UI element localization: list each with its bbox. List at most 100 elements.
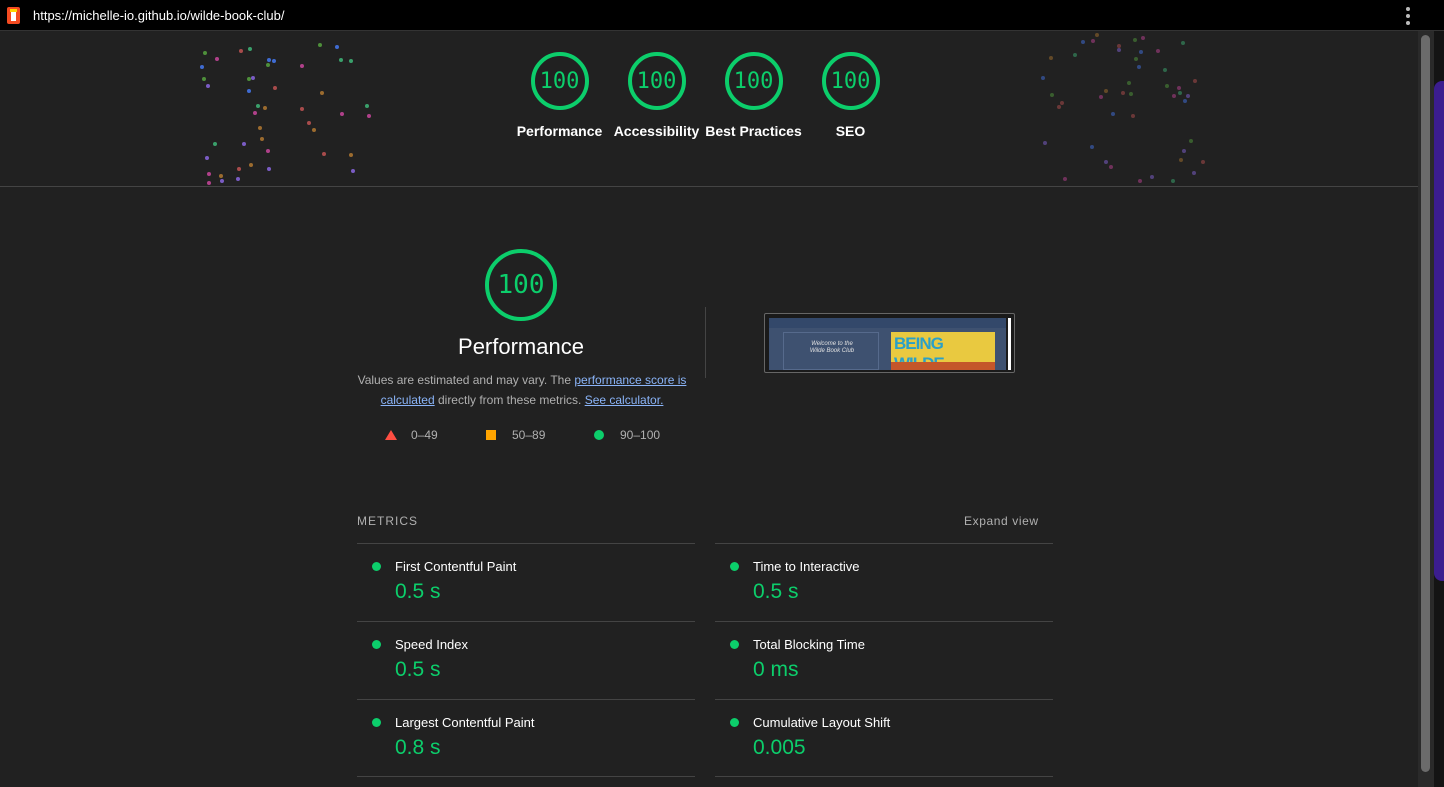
metric-value: 0.8 s xyxy=(395,736,441,759)
category-best-practices[interactable]: 100 Best Practices xyxy=(705,52,802,141)
lighthouse-icon xyxy=(7,7,20,24)
confetti-dot xyxy=(220,179,224,183)
confetti-dot xyxy=(351,169,355,173)
confetti-dot xyxy=(1179,158,1183,162)
category-seo[interactable]: 100 SEO xyxy=(802,52,899,141)
confetti-dot xyxy=(1131,114,1135,118)
confetti-dot xyxy=(202,77,206,81)
page-url[interactable]: https://michelle-io.github.io/wilde-book… xyxy=(33,8,284,23)
see-calculator-link[interactable]: See calculator. xyxy=(585,393,664,407)
confetti-dot xyxy=(1134,57,1138,61)
confetti-dot xyxy=(239,49,243,53)
final-screenshot[interactable]: Welcome to the Wilde Book Club BEING WIL… xyxy=(764,313,1015,373)
confetti-dot xyxy=(258,126,262,130)
pass-circle-icon xyxy=(730,562,739,571)
confetti-dot xyxy=(349,59,353,63)
confetti-dot xyxy=(219,174,223,178)
confetti-dot xyxy=(1099,95,1103,99)
book-cover-image: BEING WILDE xyxy=(891,332,995,372)
confetti-dot xyxy=(1111,112,1115,116)
gauge-label: Accessibility xyxy=(613,123,700,139)
more-options-icon[interactable] xyxy=(1403,7,1413,25)
confetti-dot xyxy=(335,45,339,49)
url-bar: https://michelle-io.github.io/wilde-book… xyxy=(0,0,1444,31)
confetti-dot xyxy=(203,51,207,55)
metric-label: Speed Index xyxy=(395,637,469,652)
confetti-dot xyxy=(256,104,260,108)
metric-value: 0.5 s xyxy=(395,658,441,681)
confetti-dot xyxy=(1141,36,1145,40)
confetti-dot xyxy=(1133,38,1137,42)
metric-label: Largest Contentful Paint xyxy=(395,715,535,730)
confetti-dot xyxy=(1171,179,1175,183)
confetti-dot xyxy=(339,58,343,62)
confetti-dot xyxy=(1193,79,1197,83)
confetti-dot xyxy=(1109,165,1113,169)
metric-time-to-interactive: Time to Interactive 0.5 s xyxy=(715,543,1053,621)
legend-range: 0–49 xyxy=(411,428,438,442)
header-divider xyxy=(0,186,1418,187)
metric-first-contentful-paint: First Contentful Paint 0.5 s xyxy=(357,543,695,621)
confetti-dot xyxy=(1137,65,1141,69)
confetti-dot xyxy=(1186,94,1190,98)
metric-value: 0.5 s xyxy=(753,580,799,603)
confetti-dot xyxy=(1095,33,1099,37)
metric-label: First Contentful Paint xyxy=(395,559,517,574)
confetti-dot xyxy=(1081,40,1085,44)
confetti-dot xyxy=(1129,92,1133,96)
confetti-dot xyxy=(263,106,267,110)
confetti-dot xyxy=(1050,93,1054,97)
legend-range: 50–89 xyxy=(512,428,546,442)
confetti-dot xyxy=(1201,160,1205,164)
confetti-dot xyxy=(237,167,241,171)
confetti-dot xyxy=(300,107,304,111)
confetti-dot xyxy=(307,121,311,125)
confetti-dot xyxy=(1049,56,1053,60)
confetti-dot xyxy=(1090,145,1094,149)
confetti-dot xyxy=(266,149,270,153)
expand-view-button[interactable]: Expand view xyxy=(964,514,1039,528)
confetti-dot xyxy=(253,111,257,115)
confetti-dot xyxy=(300,64,304,68)
confetti-dot xyxy=(320,91,324,95)
pass-circle-icon xyxy=(372,640,381,649)
desc-middle: directly from these metrics. xyxy=(434,393,585,407)
category-accessibility[interactable]: 100 Accessibility xyxy=(608,52,705,141)
performance-score-gauge: 100 xyxy=(485,249,557,321)
confetti-dot xyxy=(266,63,270,67)
confetti-dot xyxy=(367,114,371,118)
confetti-dot xyxy=(251,76,255,80)
confetti-dot xyxy=(1177,86,1181,90)
triangle-icon xyxy=(385,430,397,440)
confetti-dot xyxy=(318,43,322,47)
confetti-dot xyxy=(1121,91,1125,95)
confetti-dot xyxy=(267,167,271,171)
confetti-dot xyxy=(207,181,211,185)
pass-circle-icon xyxy=(730,718,739,727)
confetti-dot xyxy=(1165,84,1169,88)
score-summary: 100 Performance 100 Accessibility 100 Be… xyxy=(511,52,899,141)
confetti-dot xyxy=(273,86,277,90)
metric-total-blocking-time: Total Blocking Time 0 ms xyxy=(715,621,1053,699)
confetti-dot xyxy=(312,128,316,132)
vertical-separator xyxy=(705,307,706,378)
category-performance[interactable]: 100 Performance xyxy=(511,52,608,141)
performance-title: Performance xyxy=(458,334,584,359)
screenshot-welcome-text: Welcome to the Wilde Book Club xyxy=(809,341,855,354)
metrics-heading: METRICS xyxy=(357,514,418,528)
gauge-label: SEO xyxy=(835,123,866,139)
score-gauge: 100 xyxy=(724,52,783,110)
confetti-dot xyxy=(1189,139,1193,143)
circle-icon xyxy=(594,430,604,440)
confetti-dot xyxy=(1127,81,1131,85)
confetti-dot xyxy=(1057,105,1061,109)
confetti-dot xyxy=(1139,50,1143,54)
confetti-dot xyxy=(340,112,344,116)
confetti-dot xyxy=(1104,89,1108,93)
metric-label: Total Blocking Time xyxy=(753,637,865,652)
scrollbar-thumb[interactable] xyxy=(1421,35,1430,772)
confetti-decoration-right xyxy=(1040,31,1220,191)
metric-speed-index: Speed Index 0.5 s xyxy=(357,621,695,699)
confetti-dot xyxy=(272,59,276,63)
metrics-column-left: First Contentful Paint 0.5 s Speed Index… xyxy=(357,543,695,777)
